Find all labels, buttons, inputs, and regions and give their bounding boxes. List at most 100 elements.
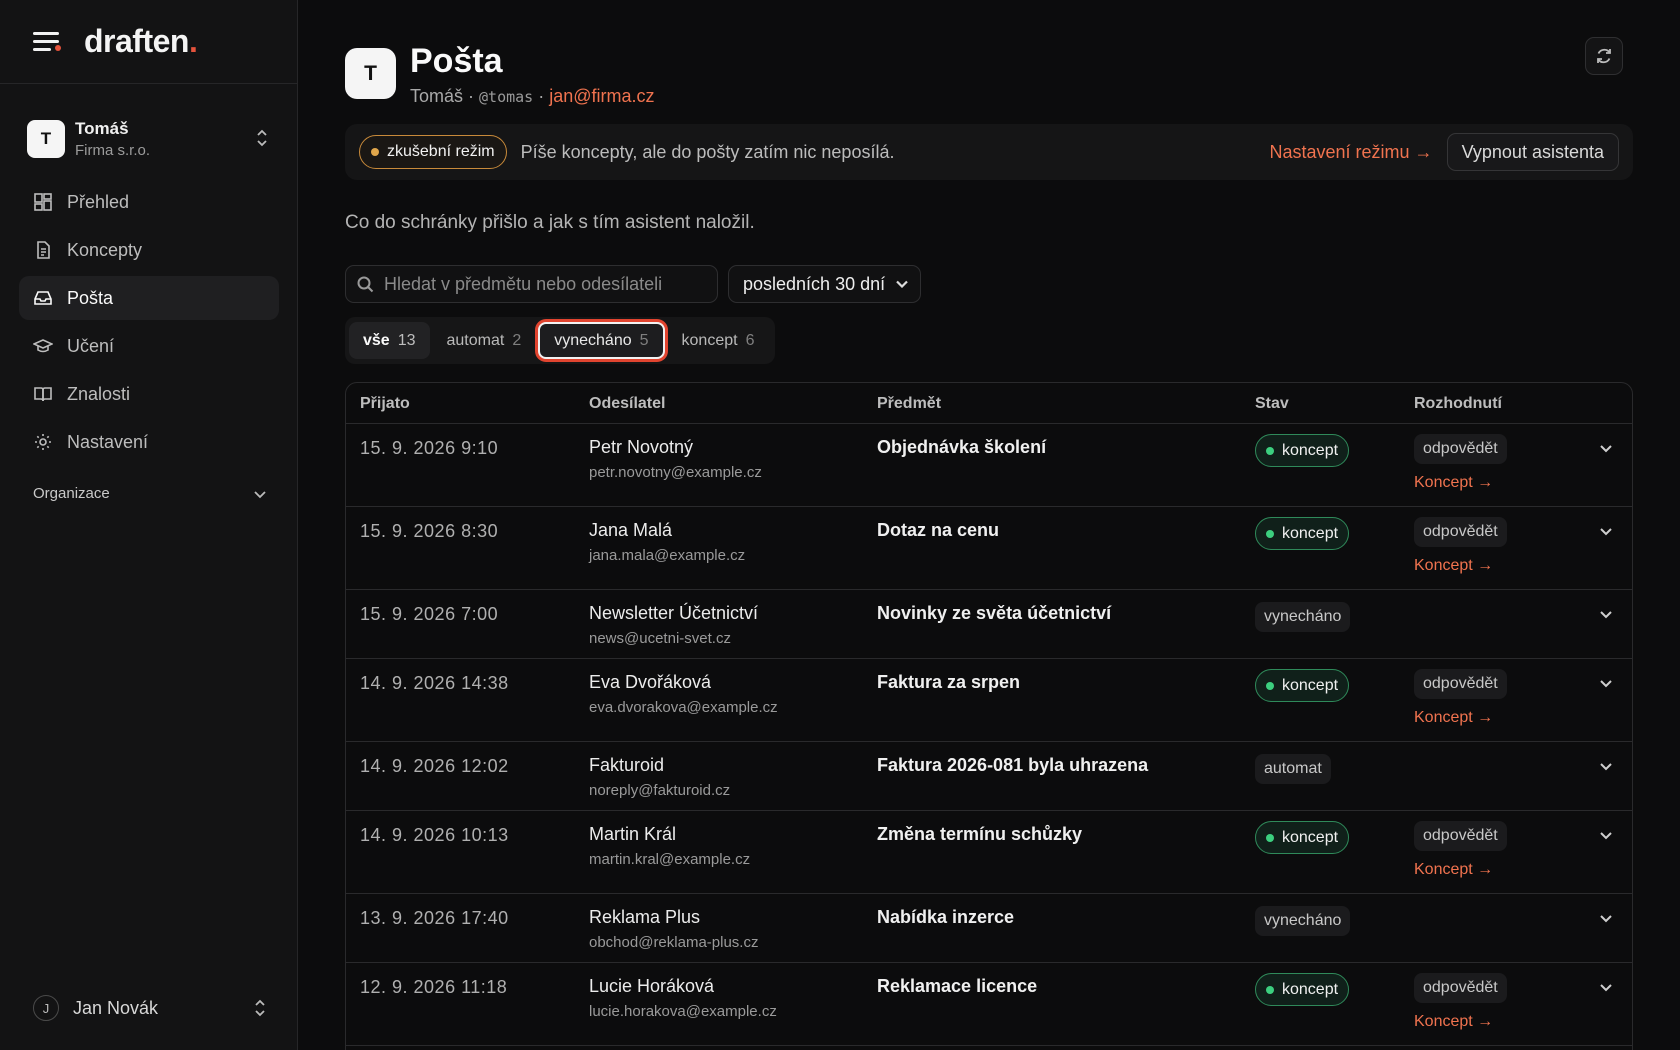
status-badge: vynecháno xyxy=(1255,906,1351,936)
sender-name: Lucie Horáková xyxy=(589,976,715,996)
trial-mode-badge: zkušební režim xyxy=(359,135,507,169)
table-row[interactable]: 14. 9. 2026 10:13 Martin Král martin.kral@… xyxy=(346,811,1632,894)
user-switcher[interactable]: J Jan Novák xyxy=(33,995,267,1021)
period-select[interactable]: posledních 30 dní xyxy=(728,265,921,303)
column-header-predmet[interactable]: Předmět xyxy=(877,395,941,413)
decision-badge: odpovědět xyxy=(1414,973,1507,1003)
disable-assistant-button[interactable]: Vypnout asistenta xyxy=(1446,133,1619,171)
avatar: J xyxy=(33,995,59,1021)
sidebar-item-nastaveni[interactable]: Nastavení xyxy=(19,420,279,464)
tab-vse[interactable]: vše 13 xyxy=(349,322,430,359)
column-header-odesilatel[interactable]: Odesílatel xyxy=(589,395,665,413)
table-row[interactable]: 14. 9. 2026 12:02 Fakturoid noreply@faktur… xyxy=(346,742,1632,811)
table-row[interactable]: 13. 9. 2026 17:40 Reklama Plus obchod@rekl… xyxy=(346,894,1632,963)
org-user-name: Tomáš xyxy=(75,119,129,138)
table-header: Přijato Odesílatel Předmět Stav Rozhodnu… xyxy=(346,383,1632,424)
search-input[interactable] xyxy=(384,273,704,295)
tab-koncept[interactable]: koncept 6 xyxy=(668,322,769,359)
column-header-stav[interactable]: Stav xyxy=(1255,395,1289,413)
sidebar-item-uceni[interactable]: Učení xyxy=(19,324,279,368)
document-icon xyxy=(37,241,50,259)
org-company: Firma s.r.o. xyxy=(75,142,151,159)
search-icon xyxy=(357,276,374,292)
open-draft-link[interactable]: Koncept → xyxy=(1414,709,1507,727)
expand-row-chevron-icon[interactable] xyxy=(1598,758,1614,774)
tab-vynechano[interactable]: vynecháno 5 xyxy=(538,322,665,359)
table-row[interactable]: 12. 9. 2026 11:18 Lucie Horáková lucie.hor… xyxy=(346,963,1632,1046)
organizace-section-toggle[interactable]: Organizace xyxy=(33,485,267,502)
expand-row-chevron-icon[interactable] xyxy=(1598,675,1614,691)
received-date: 15. 9. 2026 8:30 xyxy=(360,521,499,541)
account-handle: @tomas xyxy=(479,88,534,106)
sidebar-item-label: Znalosti xyxy=(67,383,131,404)
decision-badge: odpovědět xyxy=(1414,517,1507,547)
received-date: 12. 9. 2026 11:18 xyxy=(360,977,508,997)
sender-email: martin.kral@example.cz xyxy=(589,851,751,868)
mode-banner: zkušební režim Píše koncepty, ale do poš… xyxy=(345,124,1633,180)
status-tabs: vše 13 automat 2 vynecháno 5 koncept 6 xyxy=(345,317,776,364)
sidebar-item-prehled[interactable]: Přehled xyxy=(19,180,279,224)
open-draft-link[interactable]: Koncept → xyxy=(1414,861,1507,879)
logo: draften. xyxy=(84,23,198,59)
status-badge: koncept xyxy=(1255,517,1350,550)
sender-name: Newsletter Účetnictví xyxy=(589,603,759,623)
table-row[interactable]: 14. 9. 2026 14:38 Eva Dvořáková eva.dvorak… xyxy=(346,659,1632,742)
menu-icon[interactable] xyxy=(33,30,61,54)
expand-row-chevron-icon[interactable] xyxy=(1598,523,1614,539)
sender-email: lucie.horakova@example.cz xyxy=(589,1003,777,1020)
sidebar-item-koncepty[interactable]: Koncepty xyxy=(19,228,279,272)
column-header-prijato[interactable]: Přijato xyxy=(360,395,410,413)
organizace-label: Organizace xyxy=(33,485,110,502)
chevron-updown-icon xyxy=(257,129,267,147)
main-content: T Pošta Tomáš · @tomas · jan@firma.cz zk… xyxy=(345,0,1635,1050)
page-subtitle: Tomáš · @tomas · jan@firma.cz xyxy=(410,86,655,107)
tab-automat[interactable]: automat 2 xyxy=(433,322,536,359)
table-row[interactable]: 15. 9. 2026 9:10 Petr Novotný petr.novotny… xyxy=(346,424,1632,507)
separator: · xyxy=(463,86,480,106)
page-title: Pošta xyxy=(410,42,503,80)
chevron-down-icon xyxy=(896,280,908,288)
page-header: T Pošta Tomáš · @tomas · jan@firma.cz xyxy=(345,40,655,107)
status-badge: koncept xyxy=(1255,821,1350,854)
sidebar-item-label: Přehled xyxy=(67,191,130,212)
expand-row-chevron-icon[interactable] xyxy=(1598,606,1614,622)
org-switcher[interactable]: T Tomáš Firma s.r.o. xyxy=(27,117,273,161)
received-date: 15. 9. 2026 9:10 xyxy=(360,438,499,458)
received-date: 14. 9. 2026 14:38 xyxy=(360,673,509,693)
sidebar-item-posta[interactable]: Pošta xyxy=(19,276,279,320)
decision-badge: odpovědět xyxy=(1414,434,1507,464)
table-row[interactable]: 15. 9. 2026 7:00 Newsletter Účetnictví new… xyxy=(346,590,1632,659)
table-row[interactable]: 15. 9. 2026 8:30 Jana Malá jana.mala@examp… xyxy=(346,507,1632,590)
sender-email: eva.dvorakova@example.cz xyxy=(589,699,778,716)
column-header-rozhodnuti[interactable]: Rozhodnutí xyxy=(1414,395,1502,413)
page-description: Co do schránky přišlo a jak s tím asiste… xyxy=(345,212,755,233)
mail-table: Přijato Odesílatel Předmět Stav Rozhodnu… xyxy=(345,382,1633,1050)
table-body: 15. 9. 2026 9:10 Petr Novotný petr.novotny… xyxy=(346,424,1632,1046)
sender-name: Martin Král xyxy=(589,824,677,844)
received-date: 14. 9. 2026 10:13 xyxy=(360,825,509,845)
open-draft-link[interactable]: Koncept → xyxy=(1414,474,1507,492)
mail-subject: Objednávka školení xyxy=(877,437,1047,457)
account-email-link[interactable]: jan@firma.cz xyxy=(549,86,654,106)
mail-subject: Faktura 2026-081 byla uhrazena xyxy=(877,755,1149,775)
sidebar-item-label: Učení xyxy=(67,335,115,356)
chevron-updown-icon xyxy=(255,999,265,1017)
expand-row-chevron-icon[interactable] xyxy=(1598,979,1614,995)
expand-row-chevron-icon[interactable] xyxy=(1598,440,1614,456)
sender-email: petr.novotny@example.cz xyxy=(589,464,762,481)
sender-name: Petr Novotný xyxy=(589,437,694,457)
status-badge: koncept xyxy=(1255,973,1350,1006)
open-draft-link[interactable]: Koncept → xyxy=(1414,557,1507,575)
open-draft-link[interactable]: Koncept → xyxy=(1414,1013,1507,1031)
mode-settings-link[interactable]: Nastavení režimu → xyxy=(1270,142,1433,163)
received-date: 15. 9. 2026 7:00 xyxy=(360,604,499,624)
refresh-icon xyxy=(1597,48,1611,64)
sidebar-item-znalosti[interactable]: Znalosti xyxy=(19,372,279,416)
expand-row-chevron-icon[interactable] xyxy=(1598,910,1614,926)
search-field[interactable] xyxy=(345,265,718,303)
expand-row-chevron-icon[interactable] xyxy=(1598,827,1614,843)
sender-email: obchod@reklama-plus.cz xyxy=(589,934,759,951)
gear-icon xyxy=(35,434,51,450)
sidebar-item-label: Nastavení xyxy=(67,431,149,452)
refresh-button[interactable] xyxy=(1585,37,1623,75)
